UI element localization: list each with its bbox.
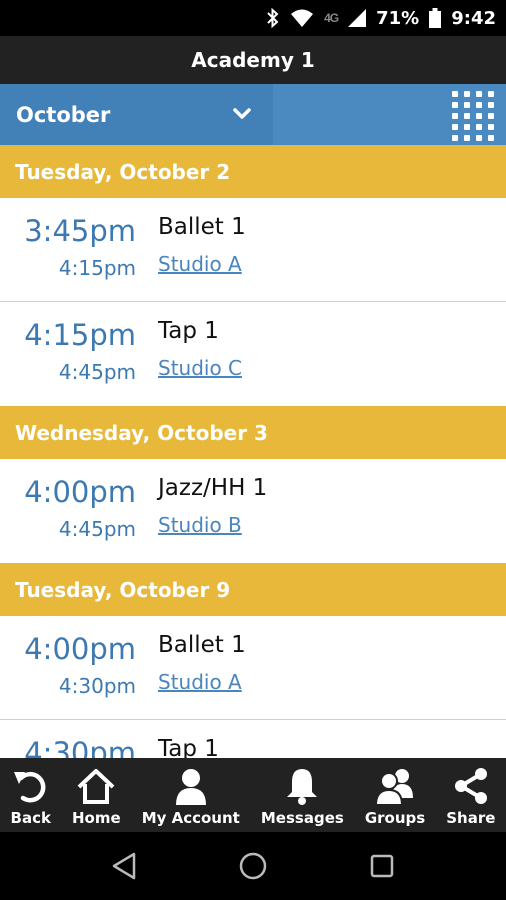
chevron-down-icon: [233, 108, 251, 119]
triangle-back-icon: [113, 852, 136, 880]
grid-dot: [452, 91, 458, 97]
grid-dot: [464, 113, 470, 119]
home-button[interactable]: Home: [72, 758, 121, 832]
class-row[interactable]: 4:00pm 4:45pm Jazz/HH 1 Studio B: [0, 459, 506, 563]
wifi-icon: [290, 8, 314, 28]
end-time: 4:30pm: [58, 674, 136, 698]
class-row[interactable]: 3:45pm 4:15pm Ballet 1 Studio A: [0, 198, 506, 302]
grid-dot: [476, 135, 482, 141]
studio-link[interactable]: Studio C: [158, 356, 242, 380]
class-row[interactable]: 4:30pm Tap 1: [0, 720, 506, 758]
back-button[interactable]: Back: [11, 758, 51, 832]
grid-dot: [452, 135, 458, 141]
home-label: Home: [71, 809, 121, 827]
date-header: Tuesday, October 2: [0, 145, 506, 198]
home-icon: [77, 769, 115, 804]
month-label: October: [16, 102, 111, 127]
share-label: Share: [446, 809, 496, 827]
studio-link[interactable]: Studio A: [158, 670, 242, 694]
groups-icon: [375, 769, 413, 806]
class-name: Tap 1: [158, 318, 219, 344]
class-name: Ballet 1: [158, 632, 246, 658]
month-bar: October: [0, 84, 506, 145]
back-icon: [13, 772, 46, 803]
network-type: 4G: [324, 11, 339, 25]
status-bar: 4G 71% 9:42: [0, 0, 506, 36]
my-account-button[interactable]: My Account: [142, 758, 240, 832]
grid-dot: [464, 102, 470, 108]
groups-button[interactable]: Groups: [365, 758, 425, 832]
square-recents-icon: [370, 854, 393, 878]
grid-dot: [464, 135, 470, 141]
date-header-label: Wednesday, October 3: [15, 420, 268, 445]
bottom-toolbar: Back Home My Account Messages Groups Sha…: [0, 758, 506, 832]
start-time: 4:00pm: [24, 475, 136, 509]
date-header-label: Tuesday, October 2: [15, 159, 231, 184]
page-title: Academy 1: [191, 48, 315, 72]
grid-dot: [464, 124, 470, 130]
class-name: Tap 1: [158, 736, 219, 758]
bell-icon: [287, 769, 318, 805]
schedule-list[interactable]: Tuesday, October 2 3:45pm 4:15pm Ballet 1 St…: [0, 145, 506, 758]
signal-icon: [348, 9, 367, 27]
grid-dot: [488, 91, 494, 97]
class-name: Jazz/HH 1: [158, 475, 268, 501]
date-header-label: Tuesday, October 9: [15, 577, 231, 602]
grid-dot: [476, 124, 482, 130]
start-time: 3:45pm: [24, 214, 136, 248]
grid-dot: [452, 102, 458, 108]
nav-home-button[interactable]: [233, 846, 273, 886]
battery-percent: 71%: [376, 7, 420, 29]
class-name: Ballet 1: [158, 214, 246, 240]
grid-dot: [488, 135, 494, 141]
end-time: 4:45pm: [58, 360, 136, 384]
grid-dot: [452, 113, 458, 119]
my-account-label: My Account: [141, 809, 240, 827]
grid-dot: [488, 124, 494, 130]
grid-dot: [488, 102, 494, 108]
nav-recents-button[interactable]: [362, 846, 402, 886]
start-time: 4:00pm: [24, 632, 136, 666]
app-header: Academy 1: [0, 36, 506, 84]
end-time: 4:45pm: [58, 517, 136, 541]
clock: 9:42: [451, 7, 496, 29]
grid-dot: [476, 113, 482, 119]
studio-link[interactable]: Studio B: [158, 513, 242, 537]
grid-dot: [488, 113, 494, 119]
grid-dot: [476, 102, 482, 108]
date-header: Wednesday, October 3: [0, 406, 506, 459]
circle-home-icon: [239, 852, 267, 880]
grid-dot: [464, 91, 470, 97]
grid-dot: [452, 124, 458, 130]
start-time: 4:30pm: [24, 736, 136, 758]
studio-link[interactable]: Studio A: [158, 252, 242, 276]
grid-dot: [476, 91, 482, 97]
grid-icon[interactable]: [448, 88, 500, 142]
class-row[interactable]: 4:15pm 4:45pm Tap 1 Studio C: [0, 302, 506, 406]
share-icon: [454, 768, 487, 804]
messages-button[interactable]: Messages: [261, 758, 344, 832]
account-icon: [175, 769, 206, 805]
start-time: 4:15pm: [24, 318, 136, 352]
battery-icon: [429, 8, 442, 28]
back-label: Back: [10, 809, 51, 827]
groups-label: Groups: [364, 809, 426, 827]
share-button[interactable]: Share: [446, 758, 495, 832]
class-row[interactable]: 4:00pm 4:30pm Ballet 1 Studio A: [0, 616, 506, 720]
end-time: 4:15pm: [58, 256, 136, 280]
date-header: Tuesday, October 9: [0, 563, 506, 616]
system-nav-bar: [0, 832, 506, 900]
bluetooth-icon: [266, 8, 280, 28]
month-dropdown[interactable]: October: [0, 84, 273, 145]
messages-label: Messages: [260, 809, 344, 827]
nav-back-button[interactable]: [104, 846, 144, 886]
